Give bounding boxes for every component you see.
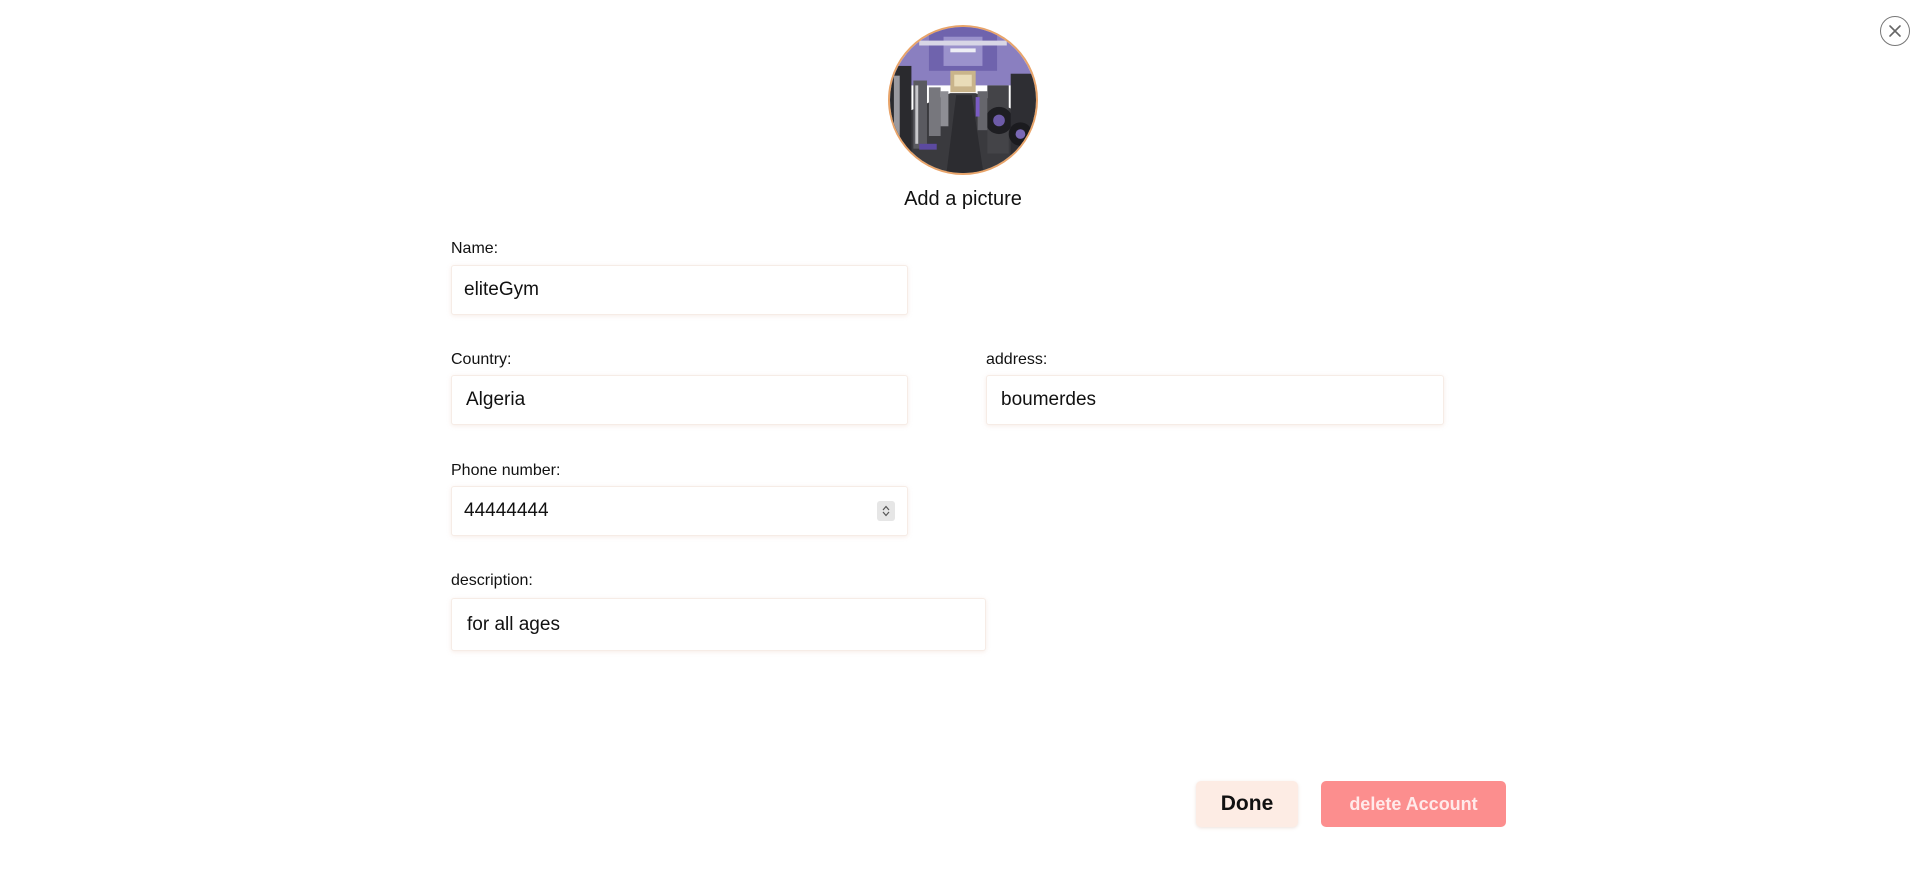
number-spinner[interactable] bbox=[877, 501, 895, 521]
done-button[interactable]: Done bbox=[1196, 781, 1298, 827]
country-field[interactable] bbox=[451, 375, 908, 425]
name-field[interactable] bbox=[451, 265, 908, 315]
name-label: Name: bbox=[451, 240, 499, 257]
description-input[interactable] bbox=[467, 613, 985, 636]
country-input[interactable] bbox=[466, 389, 907, 411]
address-field[interactable] bbox=[986, 375, 1444, 425]
add-picture-link[interactable]: Add a picture bbox=[860, 188, 1066, 211]
edit-profile-page: Add a picture Name: Country: address: Ph… bbox=[0, 0, 1919, 879]
delete-account-button[interactable]: delete Account bbox=[1321, 781, 1506, 827]
phone-field[interactable] bbox=[451, 486, 908, 536]
phone-input[interactable] bbox=[464, 500, 907, 522]
address-input[interactable] bbox=[1001, 389, 1443, 411]
chevron-down-icon[interactable] bbox=[882, 511, 890, 517]
description-field[interactable] bbox=[451, 598, 986, 651]
close-button[interactable] bbox=[1880, 16, 1910, 46]
profile-picture[interactable] bbox=[888, 25, 1038, 175]
country-label: Country: bbox=[451, 351, 512, 368]
name-input[interactable] bbox=[464, 279, 907, 301]
gym-photo-image bbox=[890, 27, 1036, 173]
description-label: description: bbox=[451, 572, 533, 589]
address-label: address: bbox=[986, 351, 1048, 368]
close-icon bbox=[1889, 25, 1901, 37]
phone-label: Phone number: bbox=[451, 462, 561, 479]
